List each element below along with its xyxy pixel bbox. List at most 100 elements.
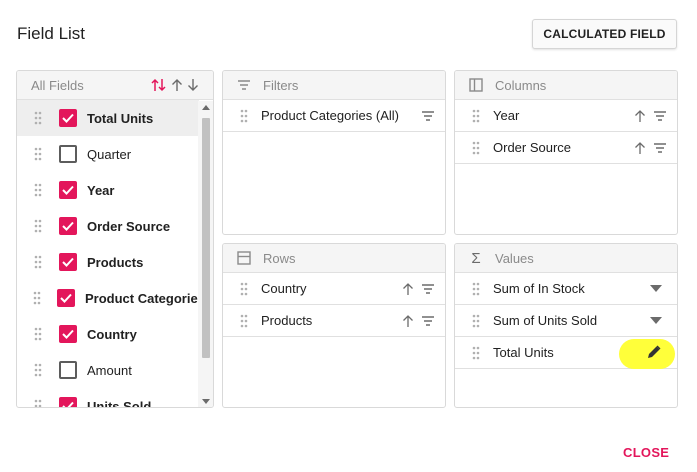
field-list-scrollbar[interactable] (198, 101, 213, 407)
drag-handle-icon[interactable] (33, 362, 43, 378)
field-list-header-label: All Fields (31, 77, 84, 93)
drag-handle-icon[interactable] (471, 281, 481, 297)
drag-handle-icon[interactable] (471, 313, 481, 329)
columns-icon (469, 78, 483, 92)
filter-icon[interactable] (421, 282, 435, 296)
values-item-label: Sum of Units Sold (493, 313, 598, 328)
field-label: Units Sold (87, 398, 152, 408)
field-list-item[interactable]: Amount (17, 352, 199, 388)
drag-handle-icon[interactable] (33, 218, 43, 234)
field-label: Quarter (87, 146, 132, 162)
field-list-panel: All Fields Total Units Quarter Year Order S… (16, 70, 214, 408)
filter-icon[interactable] (421, 314, 435, 328)
field-list-item[interactable]: Year (17, 172, 199, 208)
scroll-up-arrow-icon[interactable] (202, 105, 210, 110)
sort-ascending-icon[interactable] (401, 314, 415, 328)
rows-header-label: Rows (263, 250, 296, 266)
drag-handle-icon[interactable] (471, 108, 481, 124)
rows-item[interactable]: Country (223, 273, 445, 305)
calculated-field-button[interactable]: CALCULATED FIELD (532, 19, 677, 49)
field-checkbox[interactable] (59, 181, 77, 199)
field-checkbox[interactable] (59, 109, 77, 127)
dropdown-caret-icon[interactable] (649, 282, 663, 296)
field-label: Products (87, 254, 144, 270)
drag-handle-icon[interactable] (239, 108, 249, 124)
values-item[interactable]: Sum of Units Sold (455, 305, 677, 337)
field-list-item[interactable]: Units Sold (17, 388, 199, 408)
filter-icon[interactable] (421, 109, 435, 123)
rows-panel: Rows Country Products (222, 243, 446, 408)
drag-handle-icon[interactable] (33, 290, 41, 306)
sort-toggle-icon[interactable] (151, 78, 167, 92)
field-checkbox[interactable] (59, 217, 77, 235)
sort-ascending-icon[interactable] (401, 282, 415, 296)
columns-item[interactable]: Order Source (455, 132, 677, 164)
field-list-header: All Fields (17, 71, 213, 100)
page-title: Field List (17, 24, 86, 43)
rows-icon (237, 251, 251, 265)
field-label: Product Categories (85, 290, 205, 306)
field-label: Order Source (87, 218, 171, 234)
filters-header: Filters (223, 71, 445, 100)
sort-ascending-icon[interactable] (171, 78, 183, 92)
field-list-item[interactable]: Product Categories (17, 280, 205, 316)
drag-handle-icon[interactable] (33, 398, 43, 407)
field-label: Amount (87, 362, 132, 378)
edit-pencil-icon[interactable] (647, 345, 663, 361)
drag-handle-icon[interactable] (471, 345, 481, 361)
scroll-thumb[interactable] (202, 118, 210, 358)
columns-header-label: Columns (495, 77, 547, 93)
field-list-item[interactable]: Quarter (17, 136, 199, 172)
drag-handle-icon[interactable] (33, 146, 43, 162)
filters-panel: Filters Product Categories (All) (222, 70, 446, 235)
dropdown-caret-icon[interactable] (649, 314, 663, 328)
rows-item-label: Country (261, 281, 307, 296)
field-list-item[interactable]: Products (17, 244, 199, 280)
field-list-body: Total Units Quarter Year Order Source Produc… (17, 100, 213, 408)
drag-handle-icon[interactable] (33, 110, 43, 126)
field-label: Year (87, 182, 115, 198)
drag-handle-icon[interactable] (239, 281, 249, 297)
values-item[interactable]: Total Units (455, 337, 677, 369)
filters-header-label: Filters (263, 77, 299, 93)
field-label: Total Units (87, 110, 154, 126)
field-checkbox[interactable] (59, 397, 77, 407)
field-checkbox[interactable] (59, 325, 77, 343)
sort-ascending-icon[interactable] (633, 141, 647, 155)
rows-item[interactable]: Products (223, 305, 445, 337)
sort-ascending-icon[interactable] (633, 109, 647, 123)
filter-icon[interactable] (653, 141, 667, 155)
sigma-icon: Σ (471, 249, 481, 267)
field-list-item[interactable]: Country (17, 316, 199, 352)
columns-panel: Columns Year Order Source (454, 70, 678, 235)
columns-header: Columns (455, 71, 677, 100)
drag-handle-icon[interactable] (33, 182, 43, 198)
columns-item-label: Year (493, 108, 520, 123)
filters-item[interactable]: Product Categories (All) (223, 100, 445, 132)
drag-handle-icon[interactable] (471, 140, 481, 156)
columns-item[interactable]: Year (455, 100, 677, 132)
values-panel: Σ Values Sum of In Stock Sum of Units Sol… (454, 243, 678, 408)
field-list-item[interactable]: Order Source (17, 208, 199, 244)
field-list-item[interactable]: Total Units (17, 100, 199, 136)
values-header: Σ Values (455, 244, 677, 273)
filter-icon[interactable] (653, 109, 667, 123)
rows-item-label: Products (261, 313, 313, 328)
columns-item-label: Order Source (493, 140, 572, 155)
field-checkbox[interactable] (59, 361, 77, 379)
field-checkbox[interactable] (59, 253, 77, 271)
scroll-down-arrow-icon[interactable] (202, 399, 210, 404)
field-label: Country (87, 326, 137, 342)
field-checkbox[interactable] (57, 289, 75, 307)
values-item-label: Sum of In Stock (493, 281, 585, 296)
field-checkbox[interactable] (59, 145, 77, 163)
sort-descending-icon[interactable] (187, 78, 199, 92)
filters-item-label: Product Categories (All) (261, 108, 399, 123)
values-item[interactable]: Sum of In Stock (455, 273, 677, 305)
drag-handle-icon[interactable] (33, 326, 43, 342)
drag-handle-icon[interactable] (239, 313, 249, 329)
values-header-label: Values (495, 250, 534, 266)
drag-handle-icon[interactable] (33, 254, 43, 270)
filter-icon (237, 78, 251, 92)
close-button[interactable]: CLOSE (610, 441, 680, 463)
